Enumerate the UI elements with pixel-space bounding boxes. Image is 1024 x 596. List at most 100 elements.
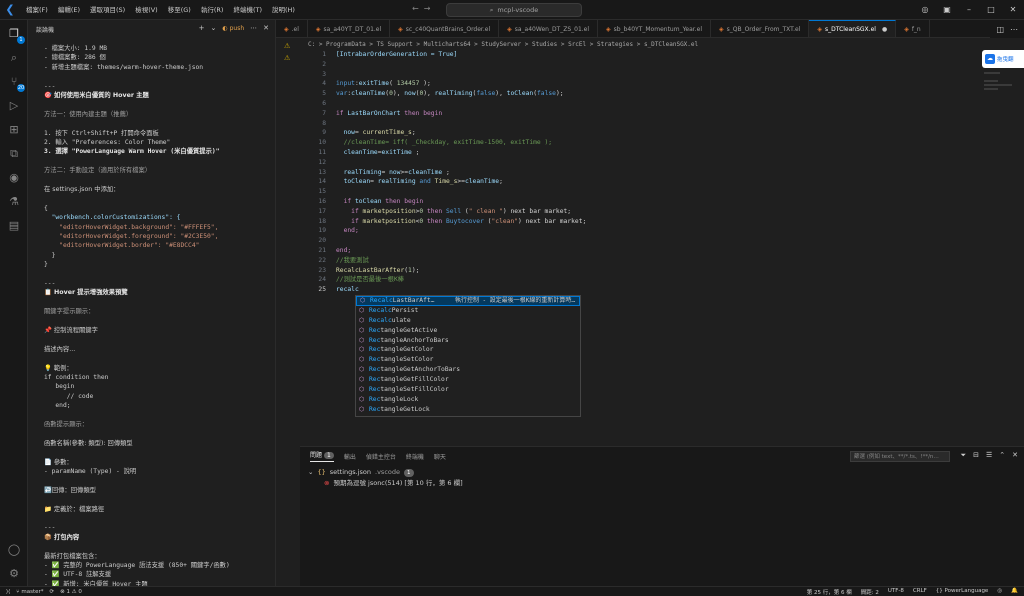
filter-icon[interactable]: ⏷ xyxy=(960,451,966,460)
maximize-button[interactable]: □ xyxy=(980,0,1002,20)
more-actions-icon[interactable]: ⋯ xyxy=(1010,25,1018,34)
new-chat-icon[interactable]: + xyxy=(199,24,205,32)
suggestion-item[interactable]: ⬡ Rec tangleGetColor xyxy=(356,345,580,355)
maximize-panel-icon[interactable]: ⌃ xyxy=(999,451,1005,460)
chat-icon[interactable]: ▤ xyxy=(6,218,22,234)
menu-item[interactable]: 檔案(F) xyxy=(22,0,52,20)
explorer-icon[interactable]: ❐ 1 xyxy=(6,26,25,44)
close-tab-icon[interactable]: ● xyxy=(882,26,887,33)
code-token: RecalcLastBarAfter xyxy=(336,266,405,274)
suggestion-item[interactable]: ⬡ Rec tangleAnchorToBars xyxy=(356,336,580,346)
github-icon[interactable]: ◉ xyxy=(6,170,22,186)
line-number: 13 xyxy=(318,168,326,176)
panel-tab[interactable]: 偵錯主控台 xyxy=(366,452,396,461)
error-icon: ⊗ xyxy=(324,479,330,487)
close-panel-icon[interactable]: ✕ xyxy=(263,24,269,32)
code-token: currentTime_s xyxy=(362,129,412,137)
code-editor[interactable]: [IntrabarOrderGeneration = True] input:e… xyxy=(336,50,586,295)
editor-tab[interactable]: ◈ s_QB_Order_From_TXT.el xyxy=(711,20,810,37)
breadcrumb[interactable]: C: > ProgramData > TS Support > Multicha… xyxy=(308,38,698,50)
menu-item[interactable]: 移至(G) xyxy=(164,0,195,20)
panel-tab[interactable]: 聊天 xyxy=(434,452,446,461)
search-icon[interactable]: ⌕ xyxy=(6,50,22,66)
remote-explorer-icon[interactable]: ⧉ xyxy=(6,146,22,162)
view-as-table-icon[interactable]: ☰ xyxy=(986,451,992,460)
suggestion-match: Recalc xyxy=(369,316,392,324)
suggestion-item[interactable]: ⬡ Recalc ulate xyxy=(356,316,580,326)
push-indicator[interactable]: ◐ push xyxy=(222,25,244,32)
branch-status[interactable]: ⑂ master* xyxy=(16,589,43,595)
menu-item[interactable]: 編輯(E) xyxy=(54,0,84,20)
menu-item[interactable]: 執行(R) xyxy=(197,0,228,20)
status-bar: ⟩⟨ ⑂ master* ⟳ ⊗ 1 ⚠ 0 第 25 行，第 6 欄 間距: … xyxy=(0,586,1024,596)
code-token: //我要測試 xyxy=(336,256,369,264)
chevron-down-icon[interactable]: ⌄ xyxy=(211,24,217,32)
command-center[interactable]: ⌕ mcpl-vscode xyxy=(446,3,582,17)
editor-tab[interactable]: ◈ sa_a40Wen_DT_ZS_01.el xyxy=(499,20,599,37)
chat-line xyxy=(44,354,259,363)
layout-icon[interactable]: ▣ xyxy=(936,0,958,20)
indentation[interactable]: 間距: 2 xyxy=(861,588,879,596)
editor-tab[interactable]: ◈ .el xyxy=(276,20,308,37)
problem-file-row[interactable]: ⌄ {} settings.json .vscode 1 xyxy=(308,467,1024,478)
chat-line: 📦 打包內容 xyxy=(44,533,80,541)
function-icon: ⬡ xyxy=(359,306,365,314)
suggestion-item[interactable]: ⬡ Rec tangleLock xyxy=(356,395,580,405)
suggestion-rest: tangleGetLock xyxy=(380,405,430,413)
problem-item[interactable]: ⊗ 預期為逗號 jsonc(514) [第 10 行，第 6 欄] xyxy=(308,478,1024,489)
sync-icon[interactable]: ⟳ xyxy=(50,589,55,595)
suggestion-item[interactable]: ⬡ Recalc Persist xyxy=(356,306,580,316)
editor-tab[interactable]: ◈ f_n xyxy=(896,20,930,37)
split-editor-icon[interactable]: ◫ xyxy=(996,25,1004,34)
code-token: recalc xyxy=(336,286,359,294)
suggestion-item[interactable]: ⬡ Rec tangleSetColor xyxy=(356,355,580,365)
menu-item[interactable]: 終端機(T) xyxy=(229,0,266,20)
language-mode[interactable]: {} PowerLanguage xyxy=(936,588,989,596)
suggestion-item[interactable]: ⬡ Rec tangleGetLock xyxy=(356,405,580,415)
code-token: ) next bar market; xyxy=(518,217,587,225)
settings-gear-icon[interactable]: ⚙ xyxy=(6,566,22,582)
menu-item[interactable]: 說明(H) xyxy=(268,0,299,20)
close-button[interactable]: ✕ xyxy=(1002,0,1024,20)
run-debug-icon[interactable]: ▷ xyxy=(6,98,22,114)
remote-icon[interactable]: ⟩⟨ xyxy=(6,589,10,595)
test-icon[interactable]: ⚗ xyxy=(6,194,22,210)
line-ending[interactable]: CRLF xyxy=(913,588,927,596)
menu-item[interactable]: 選取項目(S) xyxy=(86,0,129,20)
suggestion-item[interactable]: ⬡ Rec tangleGetActive xyxy=(356,326,580,336)
problems-status[interactable]: ⊗ 1 ⚠ 0 xyxy=(60,589,82,595)
panel-tab[interactable]: 問題 1 xyxy=(310,450,334,462)
menu-item[interactable]: 檢視(V) xyxy=(131,0,162,20)
account-icon[interactable]: ◯ xyxy=(6,542,22,558)
more-actions-icon[interactable]: ⋯ xyxy=(250,24,257,32)
suggestion-item[interactable]: ⬡ Rec tangleSetFillColor xyxy=(356,385,580,395)
minimize-button[interactable]: – xyxy=(958,0,980,20)
editor-tab[interactable]: ◈ s_DTCleanSGX.el ● xyxy=(809,20,897,37)
collapse-all-icon[interactable]: ⊟ xyxy=(973,451,979,460)
minimap[interactable] xyxy=(984,50,1022,442)
suggestion-item[interactable]: ⬡ Rec tangleGetAnchorToBars xyxy=(356,365,580,375)
code-line: recalc xyxy=(336,285,586,295)
panel-tab[interactable]: 輸出 xyxy=(344,452,356,461)
nav-back-forward[interactable]: ← → xyxy=(412,4,431,13)
copilot-icon[interactable]: ◎ xyxy=(914,0,936,20)
suggestion-rest: tangleSetFillColor xyxy=(380,386,449,394)
copilot-status-icon[interactable]: ◎ xyxy=(997,588,1002,596)
encoding[interactable]: UTF-8 xyxy=(888,588,904,596)
extensions-icon[interactable]: ⊞ xyxy=(6,122,22,138)
editor-tab[interactable]: ◈ sa_a40YT_DT_01.el xyxy=(308,20,391,37)
problem-count-badge: 1 xyxy=(404,468,414,477)
editor-tab[interactable]: ◈ sc_c40QuantBrains_Order.el xyxy=(390,20,500,37)
editor-tab[interactable]: ◈ sb_b40YT_Momentum_Year.el xyxy=(598,20,711,37)
problems-filter-input[interactable]: 篩選 (例如 text、**/*.ts、!**/n… xyxy=(850,451,950,462)
suggestion-item[interactable]: ⬡ Rec tangleGetFillColor xyxy=(356,375,580,385)
panel-tab[interactable]: 終端機 xyxy=(406,452,424,461)
chat-line xyxy=(44,514,259,523)
source-control-icon[interactable]: ⑂ 20 xyxy=(6,74,25,92)
suggestion-item[interactable]: ⬡ Recalc LastBarAft… 執行控制 - 設定最後一根K線的重新計算時… xyxy=(356,296,580,306)
close-panel-icon[interactable]: ✕ xyxy=(1012,451,1018,460)
floating-tool-widget[interactable]: ☁ 拖曳翻 xyxy=(982,50,1024,68)
cursor-position[interactable]: 第 25 行，第 6 欄 xyxy=(807,588,852,596)
notifications-icon[interactable]: 🔔 xyxy=(1011,588,1018,596)
